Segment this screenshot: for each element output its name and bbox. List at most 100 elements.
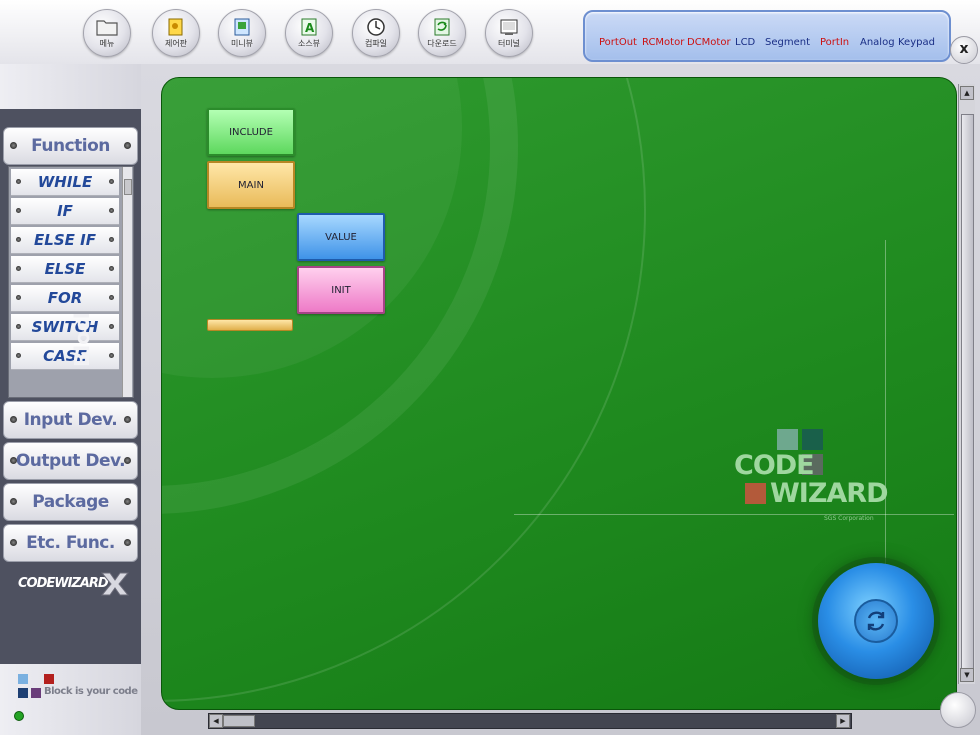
run-button[interactable]	[818, 563, 934, 679]
category-output-label: Output Dev.	[15, 451, 126, 471]
module-dcmotor[interactable]: DCMotor	[687, 37, 731, 48]
watermark-square	[777, 429, 798, 450]
tagline-square	[31, 688, 41, 698]
bolt-icon	[124, 142, 131, 149]
function-item-switch[interactable]: SWITCH	[11, 314, 119, 341]
function-item-if[interactable]: IF	[11, 198, 119, 225]
close-icon: x	[959, 41, 969, 57]
menu-label: 메뉴	[99, 39, 115, 48]
block-value[interactable]: VALUE	[297, 213, 385, 261]
module-analog[interactable]: Analog	[860, 37, 895, 48]
function-item-label: FOR	[47, 289, 83, 307]
category-package-button[interactable]: Package	[3, 483, 138, 521]
bolt-icon	[124, 457, 131, 464]
scroll-thumb[interactable]	[124, 179, 132, 195]
status-indicator	[14, 711, 24, 721]
module-portin[interactable]: PortIn	[820, 37, 849, 48]
module-rcmotor[interactable]: RCMotor	[642, 37, 684, 48]
category-etc-label: Etc. Func.	[26, 533, 115, 553]
download-label: 다운로드	[427, 39, 457, 48]
corner-button[interactable]	[940, 692, 976, 728]
watermark-square	[745, 483, 766, 504]
scroll-right-button[interactable]: ▶	[836, 714, 850, 728]
horizontal-scrollbar[interactable]: ◀ ▶	[208, 713, 852, 729]
function-item-else[interactable]: ELSE	[11, 256, 119, 283]
function-item-else-if[interactable]: ELSE IF	[11, 227, 119, 254]
function-item-while[interactable]: WHILE	[11, 169, 119, 196]
watermark-square	[802, 429, 823, 450]
function-item-label: ELSE IF	[34, 231, 96, 249]
module-lcd[interactable]: LCD	[735, 37, 755, 48]
scroll-up-button[interactable]: ▲	[960, 86, 974, 100]
block-main-end[interactable]	[207, 319, 293, 331]
block-init[interactable]: INIT	[297, 266, 385, 314]
block-main[interactable]: MAIN	[207, 161, 295, 209]
bolt-icon	[16, 266, 21, 271]
bolt-icon	[16, 237, 21, 242]
block-include[interactable]: INCLUDE	[207, 108, 295, 156]
svg-text:A: A	[305, 21, 315, 35]
bolt-icon	[16, 208, 21, 213]
logo-cross-icon	[100, 572, 130, 596]
tagline: Block is your code	[44, 686, 138, 697]
function-item-case[interactable]: CASE	[11, 343, 119, 370]
control-panel-label: 제어판	[164, 39, 188, 48]
folder-icon	[96, 17, 118, 37]
bolt-icon	[124, 539, 131, 546]
bolt-icon	[16, 353, 21, 358]
watermark-code: CODE	[734, 450, 815, 481]
bolt-icon	[16, 324, 21, 329]
function-item-for[interactable]: FOR	[11, 285, 119, 312]
vertical-scrollbar[interactable]: ▲ ▼	[958, 84, 975, 684]
function-list-scrollbar[interactable]	[122, 167, 132, 397]
bolt-icon	[10, 539, 17, 546]
scroll-left-button[interactable]: ◀	[209, 714, 223, 728]
top-toolbar: 메뉴 제어판 미니뷰 A 소스뷰 컴파일 다운로드 터미널 PortOut RC…	[0, 0, 980, 65]
bolt-icon	[109, 353, 114, 358]
left-block-panel: Function WHILE IF ELSE IF ELSE FOR SWITC…	[0, 64, 141, 735]
control-panel-icon	[165, 17, 187, 37]
clock-icon	[365, 17, 387, 37]
category-function-label: Function	[31, 136, 110, 156]
horizontal-scroll-thumb[interactable]	[223, 715, 255, 727]
app-window: 메뉴 제어판 미니뷰 A 소스뷰 컴파일 다운로드 터미널 PortOut RC…	[0, 0, 980, 735]
menu-button[interactable]: 메뉴	[83, 9, 131, 57]
bolt-icon	[109, 266, 114, 271]
compile-button[interactable]: 컴파일	[352, 9, 400, 57]
miniview-button[interactable]: 미니뷰	[218, 9, 266, 57]
terminal-button[interactable]: 터미널	[485, 9, 533, 57]
module-segment[interactable]: Segment	[765, 37, 810, 48]
bolt-icon	[109, 295, 114, 300]
tagline-square	[18, 674, 28, 684]
download-button[interactable]: 다운로드	[418, 9, 466, 57]
source-view-button[interactable]: A 소스뷰	[285, 9, 333, 57]
miniview-icon	[231, 17, 253, 37]
bolt-icon	[16, 295, 21, 300]
block-tag-label: Blocl	[70, 312, 94, 367]
bolt-icon	[10, 457, 17, 464]
bolt-icon	[109, 208, 114, 213]
terminal-icon	[498, 17, 520, 37]
source-view-icon: A	[298, 17, 320, 37]
bolt-icon	[109, 179, 114, 184]
canvas-guide-line	[514, 514, 954, 515]
watermark-subtitle: SGS Corporation	[824, 515, 874, 522]
module-portout[interactable]: PortOut	[599, 37, 637, 48]
category-input-button[interactable]: Input Dev.	[3, 401, 138, 439]
category-package-label: Package	[32, 492, 109, 512]
vertical-scroll-thumb[interactable]	[961, 114, 974, 676]
tagline-square	[44, 674, 54, 684]
source-view-label: 소스뷰	[297, 39, 321, 48]
scroll-down-button[interactable]: ▼	[960, 668, 974, 682]
category-function-button[interactable]: Function	[3, 127, 138, 165]
category-etc-button[interactable]: Etc. Func.	[3, 524, 138, 562]
download-icon	[431, 17, 453, 37]
module-keypad[interactable]: Keypad	[898, 37, 935, 48]
close-button[interactable]: x	[950, 36, 978, 64]
miniview-label: 미니뷰	[230, 39, 254, 48]
tagline-square	[18, 688, 28, 698]
bolt-icon	[124, 498, 131, 505]
category-output-button[interactable]: Output Dev.	[3, 442, 138, 480]
canvas-guide-line	[885, 240, 886, 570]
control-panel-button[interactable]: 제어판	[152, 9, 200, 57]
